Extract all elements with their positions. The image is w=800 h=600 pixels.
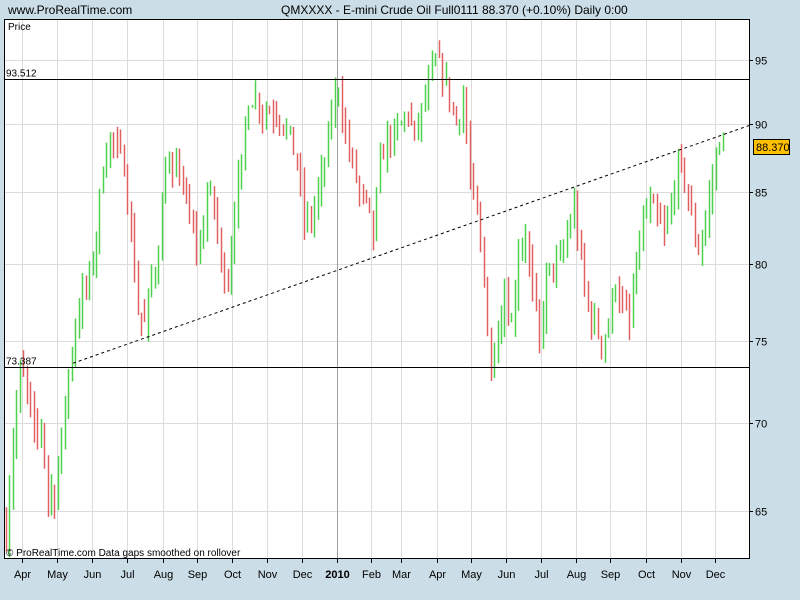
x-tick-label: 2010 [325,569,349,581]
x-tick-label: Jun [498,569,516,581]
x-tick-label: May [461,569,482,581]
last-price-marker: 88.370 [753,139,790,155]
x-tick-label: May [47,569,68,581]
x-tick-label: Oct [224,569,241,581]
y-tick-label: 85 [755,188,767,200]
x-tick-label: Jun [84,569,102,581]
price-chart[interactable]: 93.512 73.387 Price © ProRealTime.com Dat… [0,0,800,600]
x-tick-label: Jul [120,569,134,581]
x-tick-label: Mar [392,569,411,581]
x-tick-label: Dec [293,569,313,581]
level-label: 73.387 [6,357,37,368]
x-tick-label: Dec [706,569,726,581]
y-tick-label: 90 [755,120,767,132]
x-tick-label: Nov [672,569,692,581]
x-tick-label: Jul [534,569,548,581]
x-tick-label: Feb [362,569,381,581]
level-label: 93.512 [6,69,37,80]
x-tick-label: Aug [154,569,174,581]
y-tick-label: 75 [755,337,767,349]
x-tick-label: Sep [601,569,621,581]
last-price-label: 88.370 [756,142,790,154]
x-tick-label: Nov [258,569,278,581]
footer-note: © ProRealTime.com Data gaps smoothed on … [6,548,241,559]
y-tick-label: 95 [755,56,767,68]
plot-area [4,19,750,559]
x-tick-label: Apr [429,569,446,581]
x-tick-label: Apr [14,569,31,581]
y-tick-label: 70 [755,419,767,431]
x-tick-label: Aug [567,569,587,581]
x-tick-label: Oct [638,569,655,581]
y-tick-label: 65 [755,507,767,519]
x-tick-label: Sep [188,569,208,581]
y-tick-label: 80 [755,260,767,272]
panel-label: Price [8,22,31,33]
